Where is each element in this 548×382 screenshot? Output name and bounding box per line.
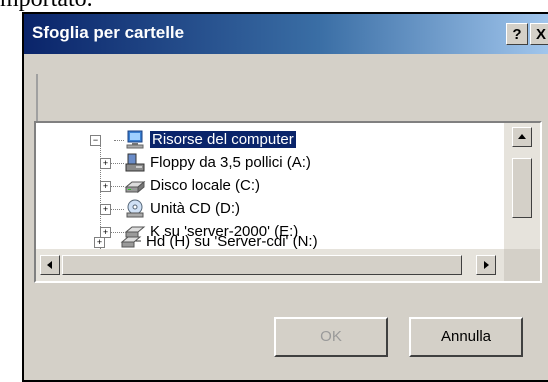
ok-button[interactable]: OK [274,317,388,357]
tree-item-cd[interactable]: + Unità CD (D:) [36,198,496,220]
title-bar[interactable]: Sfoglia per cartelle ? X [24,14,548,54]
scrollbar-corner [504,249,540,281]
folder-tree: − Risorse del computer + Floppy da 3,5 p… [36,123,504,249]
tree-item-label: Unità CD (D:) [150,200,241,217]
scroll-left-button[interactable] [40,255,60,275]
arrow-right-icon [484,261,489,269]
tree-connector [110,186,124,187]
collapse-icon[interactable]: − [90,135,101,146]
tree-connector [110,209,124,210]
expand-icon[interactable]: + [100,181,111,192]
vertical-scroll-thumb[interactable] [512,158,532,218]
scroll-up-button[interactable] [512,127,532,147]
folder-tree-box: − Risorse del computer + Floppy da 3,5 p… [34,121,542,283]
tree-connector [110,163,124,164]
arrow-up-icon [518,134,526,139]
help-button[interactable]: ? [506,23,528,45]
tree-item-label: Risorse del computer [150,131,296,148]
expand-icon[interactable]: + [100,158,111,169]
tree-item-computer[interactable]: − Risorse del computer [36,129,496,151]
expand-icon[interactable]: + [100,204,111,215]
horizontal-scrollbar[interactable] [36,249,504,281]
scroll-right-button[interactable] [476,255,496,275]
arrow-left-icon [47,261,52,269]
computer-icon [126,130,144,149]
tree-item-label: Disco locale (C:) [150,177,261,194]
tree-item-label: Floppy da 3,5 pollici (A:) [150,154,311,171]
tree-item-floppy[interactable]: + Floppy da 3,5 pollici (A:) [36,152,496,174]
tree-item-network-n[interactable]: + Hd (H) su 'Server-cdi' (N:) [36,231,496,249]
vertical-scrollbar[interactable] [504,123,540,249]
close-button[interactable]: X [530,23,548,45]
floppy-icon [125,153,145,172]
expand-icon[interactable]: + [94,237,105,248]
tree-item-label: Hd (H) su 'Server-cdi' (N:) [146,233,318,249]
dialog-title: Sfoglia per cartelle [32,23,185,42]
horizontal-scroll-thumb[interactable] [62,255,462,275]
network-drive-icon [120,236,142,248]
tree-item-local-disk[interactable]: + Disco locale (C:) [36,175,496,197]
browse-folder-dialog: Sfoglia per cartelle ? X − Risorse del c… [22,12,548,382]
cd-icon [126,199,144,218]
disk-icon [124,180,146,194]
cancel-button[interactable]: Annulla [409,317,523,357]
